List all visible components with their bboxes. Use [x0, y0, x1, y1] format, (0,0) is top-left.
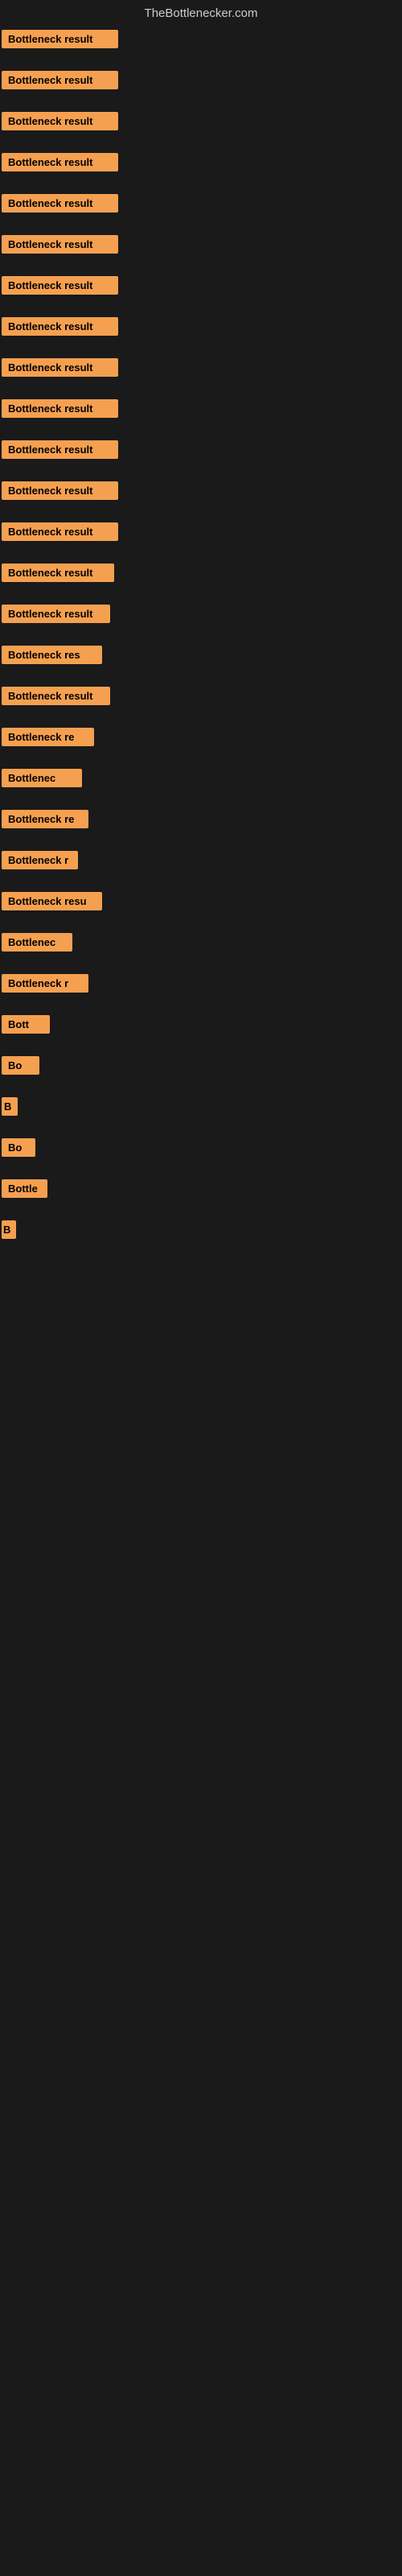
list-item: Bottleneck result — [0, 194, 402, 213]
list-item: Bottleneck re — [0, 728, 402, 746]
bottleneck-bar-16[interactable]: Bottleneck res — [2, 646, 102, 664]
list-item: Bottleneck result — [0, 153, 402, 171]
list-item: Bottleneck result — [0, 440, 402, 459]
list-item: Bottleneck result — [0, 112, 402, 130]
list-item: Bottleneck result — [0, 235, 402, 254]
site-title: TheBottlenecker.com — [145, 6, 258, 20]
bottleneck-bar-5[interactable]: Bottleneck result — [2, 194, 118, 213]
bottleneck-bar-21[interactable]: Bottleneck r — [2, 851, 78, 869]
bottleneck-bar-29[interactable]: Bottle — [2, 1179, 47, 1198]
list-item: Bottleneck result — [0, 564, 402, 582]
bottleneck-bar-11[interactable]: Bottleneck result — [2, 440, 118, 459]
list-item: Bottleneck result — [0, 276, 402, 295]
bottleneck-bar-25[interactable]: Bott — [2, 1015, 50, 1034]
list-item: Bottleneck result — [0, 399, 402, 418]
bottleneck-bar-8[interactable]: Bottleneck result — [2, 317, 118, 336]
list-item: Bottleneck result — [0, 522, 402, 541]
bottom-spacer-2 — [0, 1310, 402, 1358]
bottleneck-bar-1[interactable]: Bottleneck result — [2, 30, 118, 48]
list-item: Bottleneck res — [0, 646, 402, 664]
bottleneck-bar-9[interactable]: Bottleneck result — [2, 358, 118, 377]
list-item: Bottleneck result — [0, 687, 402, 705]
bottleneck-bar-24[interactable]: Bottleneck r — [2, 974, 88, 993]
bottleneck-bar-3[interactable]: Bottleneck result — [2, 112, 118, 130]
list-item: Bottleneck resu — [0, 892, 402, 910]
bottleneck-bar-22[interactable]: Bottleneck resu — [2, 892, 102, 910]
list-item: B — [0, 1097, 402, 1116]
list-item: Bottleneck r — [0, 974, 402, 993]
bottleneck-bar-4[interactable]: Bottleneck result — [2, 153, 118, 171]
bottleneck-bar-30[interactable]: B — [2, 1220, 16, 1239]
bottleneck-bar-18[interactable]: Bottleneck re — [2, 728, 94, 746]
list-item: Bottleneck result — [0, 317, 402, 336]
list-item: Bottlenec — [0, 769, 402, 787]
site-header: TheBottlenecker.com — [0, 0, 402, 30]
list-item: Bottleneck re — [0, 810, 402, 828]
bottleneck-bar-23[interactable]: Bottlenec — [2, 933, 72, 952]
bottleneck-bar-2[interactable]: Bottleneck result — [2, 71, 118, 89]
bottleneck-bar-28[interactable]: Bo — [2, 1138, 35, 1157]
bottleneck-bar-12[interactable]: Bottleneck result — [2, 481, 118, 500]
list-item: B — [0, 1220, 402, 1239]
bottom-spacer-3 — [0, 1358, 402, 1406]
list-item: Bottlenec — [0, 933, 402, 952]
bottom-spacer — [0, 1261, 402, 1310]
bottleneck-bar-14[interactable]: Bottleneck result — [2, 564, 114, 582]
list-item: Bottleneck result — [0, 30, 402, 48]
list-item: Bo — [0, 1138, 402, 1157]
list-item: Bo — [0, 1056, 402, 1075]
list-item: Bottleneck r — [0, 851, 402, 869]
bottleneck-bar-20[interactable]: Bottleneck re — [2, 810, 88, 828]
list-item: Bottleneck result — [0, 605, 402, 623]
bottleneck-bar-13[interactable]: Bottleneck result — [2, 522, 118, 541]
bottleneck-bar-7[interactable]: Bottleneck result — [2, 276, 118, 295]
list-item: Bottleneck result — [0, 358, 402, 377]
bottleneck-bar-10[interactable]: Bottleneck result — [2, 399, 118, 418]
bottleneck-bar-17[interactable]: Bottleneck result — [2, 687, 110, 705]
bottleneck-bar-26[interactable]: Bo — [2, 1056, 39, 1075]
list-item: Bottleneck result — [0, 481, 402, 500]
bottleneck-bar-15[interactable]: Bottleneck result — [2, 605, 110, 623]
list-item: Bott — [0, 1015, 402, 1034]
bottleneck-bar-27[interactable]: B — [2, 1097, 18, 1116]
page-container: TheBottlenecker.com Bottleneck result Bo… — [0, 0, 402, 1406]
bottleneck-bar-6[interactable]: Bottleneck result — [2, 235, 118, 254]
list-item: Bottleneck result — [0, 71, 402, 89]
list-item: Bottle — [0, 1179, 402, 1198]
bottleneck-bar-19[interactable]: Bottlenec — [2, 769, 82, 787]
